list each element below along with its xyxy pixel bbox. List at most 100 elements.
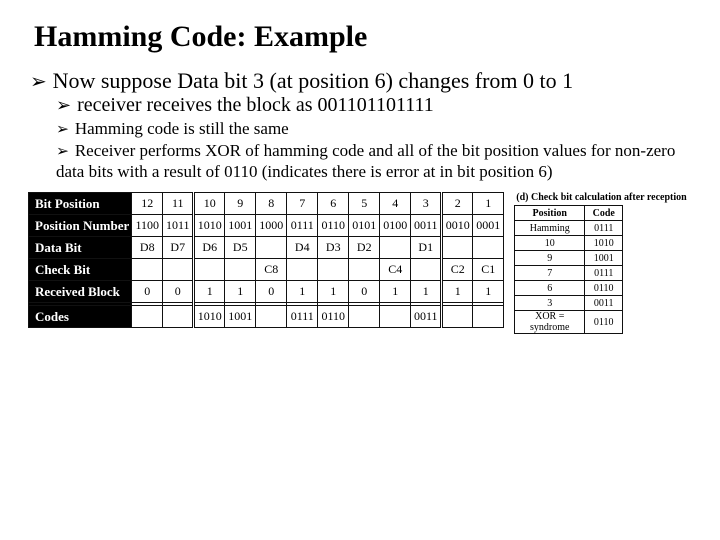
cell [411, 259, 442, 281]
cell [225, 259, 256, 281]
table-row: 30011 [515, 296, 623, 311]
cell [132, 259, 163, 281]
table-row: Received Block 0 0 1 1 0 1 1 0 1 1 1 1 [29, 281, 504, 303]
row-header: Received Block [29, 281, 132, 303]
table-row: Hamming0111 [515, 221, 623, 236]
row-header: Bit Position [29, 193, 132, 215]
cell [256, 237, 287, 259]
slide-title: Hamming Code: Example [34, 20, 696, 54]
cell: 1010 [194, 306, 225, 328]
side-caption: (d) Check bit calculation after receptio… [516, 192, 686, 203]
cell [287, 259, 318, 281]
cell: 1001 [225, 306, 256, 328]
cell: Hamming [515, 221, 585, 236]
cell [256, 306, 287, 328]
cell: 1001 [225, 215, 256, 237]
cell: 3 [411, 193, 442, 215]
cell: 1010 [194, 215, 225, 237]
cell: D1 [411, 237, 442, 259]
cell: D5 [225, 237, 256, 259]
cell: 0100 [380, 215, 411, 237]
cell [163, 306, 194, 328]
cell: 7 [515, 266, 585, 281]
cell: 11 [163, 193, 194, 215]
cell: 0011 [411, 306, 442, 328]
cell: 0 [256, 281, 287, 303]
side-table: Position Code Hamming0111 101010 91001 7… [514, 205, 623, 334]
table-row: Bit Position 12 11 10 9 8 7 6 5 4 3 2 1 [29, 193, 504, 215]
cell: 0111 [287, 306, 318, 328]
table-row: 91001 [515, 251, 623, 266]
cell: 1 [473, 193, 504, 215]
cell: 10 [194, 193, 225, 215]
cell: 2 [442, 193, 473, 215]
cell [442, 306, 473, 328]
cell: 1011 [163, 215, 194, 237]
cell: 9 [225, 193, 256, 215]
col-header: Position [515, 206, 585, 221]
cell [442, 237, 473, 259]
table-row: 60110 [515, 281, 623, 296]
bullet-lvl2: receiver receives the block as 001101101… [56, 94, 696, 117]
table-row: Position Code [515, 206, 623, 221]
cell: 0111 [585, 221, 623, 236]
cell: 1 [411, 281, 442, 303]
cell: 4 [380, 193, 411, 215]
cell: 10 [515, 236, 585, 251]
cell [473, 237, 504, 259]
cell: 0010 [442, 215, 473, 237]
bullet-text: Hamming code is still the same [75, 119, 289, 138]
table-row: Data Bit D8 D7 D6 D5 D4 D3 D2 D1 [29, 237, 504, 259]
cell [380, 306, 411, 328]
row-header: Data Bit [29, 237, 132, 259]
cell: 1 [225, 281, 256, 303]
bullet-lvl3: Hamming code is still the same [56, 119, 696, 139]
cell: C4 [380, 259, 411, 281]
table-row: Codes 1010 1001 0111 0110 0011 [29, 306, 504, 328]
cell [132, 306, 163, 328]
cell: 1 [318, 281, 349, 303]
cell: 1 [473, 281, 504, 303]
cell [380, 237, 411, 259]
cell: D6 [194, 237, 225, 259]
bullet-lvl1: Now suppose Data bit 3 (at position 6) c… [30, 68, 696, 182]
cell: 1 [442, 281, 473, 303]
cell: C2 [442, 259, 473, 281]
cell [349, 259, 380, 281]
cell: 0 [163, 281, 194, 303]
cell: 0110 [318, 215, 349, 237]
side-panel: (d) Check bit calculation after receptio… [514, 192, 686, 334]
cell: 0110 [585, 281, 623, 296]
row-header: Position Number [29, 215, 132, 237]
cell: 5 [349, 193, 380, 215]
cell: 1001 [585, 251, 623, 266]
cell: 0101 [349, 215, 380, 237]
cell: 0111 [287, 215, 318, 237]
cell: 0110 [318, 306, 349, 328]
cell: D7 [163, 237, 194, 259]
cell [318, 259, 349, 281]
cell [194, 259, 225, 281]
cell [473, 306, 504, 328]
cell: C1 [473, 259, 504, 281]
bullet-text: Receiver performs XOR of hamming code an… [56, 141, 675, 180]
cell: 7 [287, 193, 318, 215]
cell: 1 [287, 281, 318, 303]
cell: 1100 [132, 215, 163, 237]
cell: 0011 [411, 215, 442, 237]
cell: 12 [132, 193, 163, 215]
cell: 1000 [256, 215, 287, 237]
row-header: Codes [29, 306, 132, 328]
table-row: 101010 [515, 236, 623, 251]
cell: 0001 [473, 215, 504, 237]
table-row: 70111 [515, 266, 623, 281]
cell: C8 [256, 259, 287, 281]
row-header: Check Bit [29, 259, 132, 281]
table-row: XOR = syndrome0110 [515, 311, 623, 334]
cell: 0 [349, 281, 380, 303]
table-row: Position Number 1100 1011 1010 1001 1000… [29, 215, 504, 237]
cell: 6 [318, 193, 349, 215]
cell: XOR = syndrome [515, 311, 585, 334]
cell: 1 [380, 281, 411, 303]
tables-container: Bit Position 12 11 10 9 8 7 6 5 4 3 2 1 … [24, 192, 696, 334]
